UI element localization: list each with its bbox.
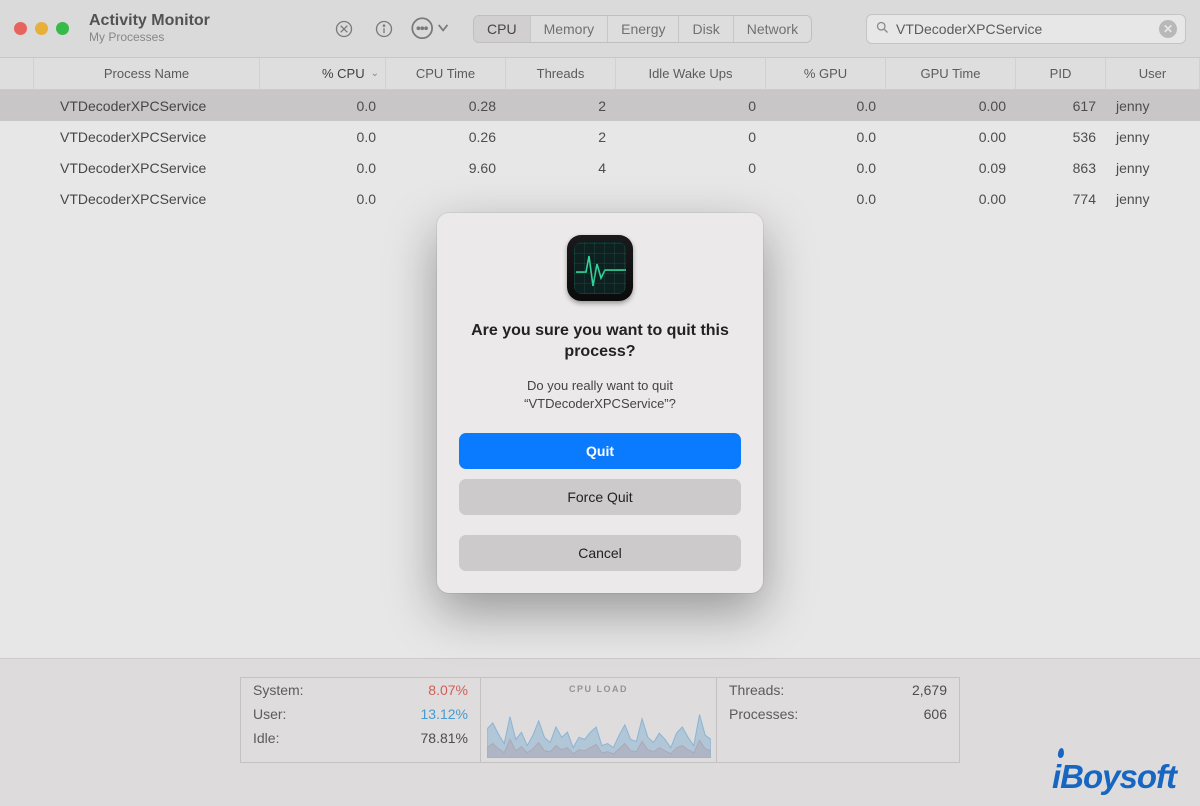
user-value: 13.12%: [421, 706, 468, 722]
threads-value: 2,679: [912, 682, 947, 698]
col-cpu[interactable]: % CPU⌄: [260, 58, 386, 89]
info-icon[interactable]: [369, 14, 399, 44]
user-label: User:: [253, 706, 286, 722]
threads-label: Threads:: [729, 682, 784, 698]
dialog-heading: Are you sure you want to quit this proce…: [459, 321, 741, 363]
stop-process-icon[interactable]: [329, 14, 359, 44]
force-quit-button[interactable]: Force Quit: [459, 479, 741, 515]
table-row[interactable]: VTDecoderXPCService0.00.26200.00.00536je…: [0, 121, 1200, 152]
cancel-button[interactable]: Cancel: [459, 535, 741, 571]
cpu-percent-panel: System: 8.07% User: 13.12% Idle: 78.81%: [240, 677, 480, 763]
window-title: Activity Monitor: [89, 12, 229, 30]
tab-cpu[interactable]: CPU: [474, 16, 531, 42]
processes-label: Processes:: [729, 706, 798, 722]
search-input[interactable]: [896, 21, 1153, 37]
toolbar: Activity Monitor My Processes CPUMemoryE…: [0, 0, 1200, 58]
table-row[interactable]: VTDecoderXPCService0.09.60400.00.09863je…: [0, 152, 1200, 183]
quit-process-dialog: Are you sure you want to quit this proce…: [437, 213, 763, 593]
close-window-button[interactable]: [14, 22, 27, 35]
col-cpu-time[interactable]: CPU Time: [386, 58, 506, 89]
dialog-body: Do you really want to quit “VTDecoderXPC…: [459, 377, 741, 413]
table-header: Process Name % CPU⌄ CPU Time Threads Idl…: [0, 58, 1200, 90]
title-block: Activity Monitor My Processes: [89, 12, 229, 44]
quit-button[interactable]: Quit: [459, 433, 741, 469]
col-gpu-time[interactable]: GPU Time: [886, 58, 1016, 89]
table-row[interactable]: VTDecoderXPCService0.00.00.00774jenny: [0, 183, 1200, 214]
processes-value: 606: [924, 706, 947, 722]
cpu-load-chart-panel: CPU LOAD: [480, 677, 716, 763]
more-options-dropdown[interactable]: [409, 15, 453, 43]
window-subtitle: My Processes: [89, 31, 229, 45]
cpu-load-title: CPU LOAD: [569, 684, 628, 694]
col-threads[interactable]: Threads: [506, 58, 616, 89]
table-row[interactable]: VTDecoderXPCService0.00.28200.00.00617je…: [0, 90, 1200, 121]
clear-search-icon[interactable]: ✕: [1159, 20, 1177, 38]
idle-value: 78.81%: [421, 730, 468, 746]
col-idle-wake-ups[interactable]: Idle Wake Ups: [616, 58, 766, 89]
col-pid[interactable]: PID: [1016, 58, 1106, 89]
tab-network[interactable]: Network: [734, 16, 811, 42]
minimize-window-button[interactable]: [35, 22, 48, 35]
col-gpu[interactable]: % GPU: [766, 58, 886, 89]
window-controls: [14, 22, 69, 35]
system-label: System:: [253, 682, 304, 698]
search-icon: [875, 20, 890, 38]
system-value: 8.07%: [428, 682, 468, 698]
cpu-load-chart: [487, 696, 711, 758]
chevron-down-icon: ⌄: [371, 68, 379, 79]
activity-monitor-app-icon: [567, 235, 633, 301]
col-process-name[interactable]: Process Name: [34, 58, 260, 89]
idle-label: Idle:: [253, 730, 279, 746]
col-user[interactable]: User: [1106, 58, 1200, 89]
counts-panel: Threads: 2,679 Processes: 606: [716, 677, 960, 763]
tab-memory[interactable]: Memory: [531, 16, 609, 42]
watermark: iBoysoft: [1052, 758, 1176, 796]
tab-disk[interactable]: Disk: [679, 16, 733, 42]
footer-stats: System: 8.07% User: 13.12% Idle: 78.81% CPU…: [0, 658, 1200, 806]
search-box[interactable]: ✕: [866, 14, 1186, 44]
resource-tabs: CPUMemoryEnergyDiskNetwork: [473, 15, 812, 43]
tab-energy[interactable]: Energy: [608, 16, 679, 42]
zoom-window-button[interactable]: [56, 22, 69, 35]
